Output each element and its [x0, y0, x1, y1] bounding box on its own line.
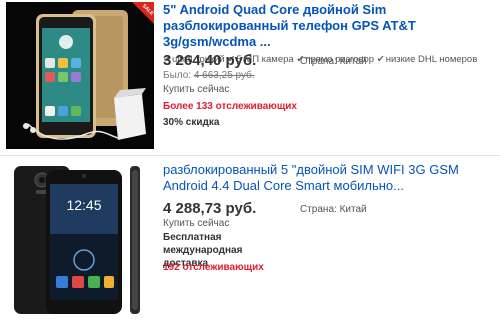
watchers-count: 192 отслеживающих	[163, 262, 264, 273]
product-image[interactable]: 12:45	[6, 160, 154, 318]
country-label: Страна: Китай	[300, 56, 367, 67]
listing-title[interactable]: разблокированный 5 "двойной SIM WIFI 3G …	[163, 162, 496, 194]
listing-item[interactable]: 12:45 разблокированный 5 "двойной SIM WI…	[0, 158, 500, 320]
was-price: 4 663,25 руб.	[193, 70, 255, 81]
original-price: Было: 4 663,25 руб.	[163, 70, 255, 81]
phone-image-black: 12:45	[6, 160, 154, 318]
product-image[interactable]: SALE	[6, 2, 154, 149]
watchers-count: Более 133 отслеживающих	[163, 101, 297, 112]
svg-text:12:45: 12:45	[66, 197, 101, 213]
buy-now-label: Купить сейчас	[163, 84, 230, 95]
feature-item: низкие DHL номеров	[385, 54, 478, 65]
discount-label: 30% скидка	[163, 117, 220, 128]
phone-image-gold	[6, 2, 154, 149]
listing-item[interactable]: SALE 5" Android Quad Core двойной Sim ра…	[0, 0, 500, 152]
buy-now-label: Купить сейчас	[163, 218, 230, 229]
country-label: Страна: Китай	[300, 204, 367, 215]
listing-title[interactable]: 5" Android Quad Core двойной Sim разблок…	[163, 2, 496, 50]
price: 3 264,40 руб.	[163, 52, 257, 69]
divider	[0, 155, 500, 156]
check-icon: ✔	[376, 54, 385, 65]
was-label: Было:	[163, 70, 192, 81]
price: 4 288,73 руб.	[163, 200, 257, 217]
